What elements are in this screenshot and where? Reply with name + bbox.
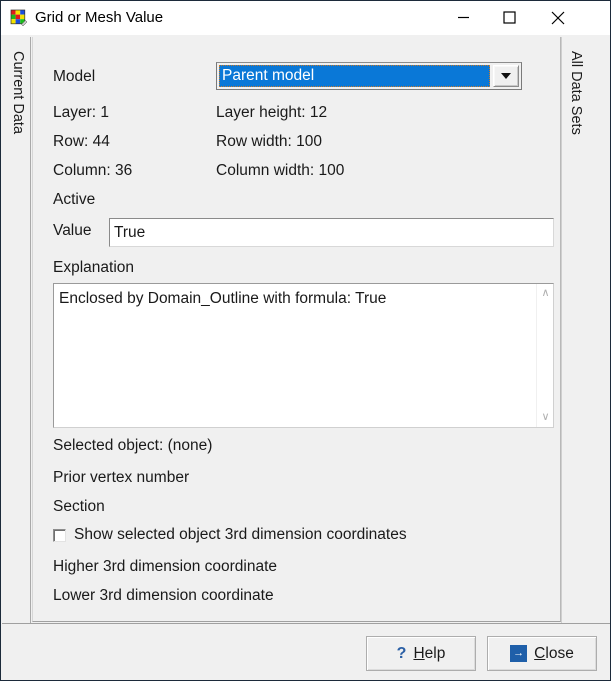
explanation-scrollbar[interactable]: ∧ ∨ [536,284,553,427]
show-3d-checkbox-row[interactable]: Show selected object 3rd dimension coord… [53,526,407,544]
help-label-rest: elp [424,644,446,662]
model-combobox-value: Parent model [219,65,490,87]
help-label-mnemonic: H [413,644,425,662]
active-label: Active [53,191,96,208]
section-label: Section [53,498,105,515]
dialog-footer: ? Help → Close [2,623,610,680]
explanation-textarea[interactable]: Enclosed by Domain_Outline with formula:… [53,283,554,428]
explanation-text: Enclosed by Domain_Outline with formula:… [59,290,387,307]
maximize-icon[interactable] [486,1,532,34]
close-label-mnemonic: C [534,644,546,662]
minimize-icon[interactable] [440,1,486,34]
arrow-right-icon: → [510,645,528,662]
row-label: Row: 44 [53,133,110,150]
column-width-label: Column width: 100 [216,162,345,179]
explanation-label: Explanation [53,259,135,276]
layer-height-label: Layer height: 12 [216,104,328,121]
prior-vertex-label: Prior vertex number [53,469,190,486]
lower-3d-label: Lower 3rd dimension coordinate [53,587,274,604]
close-icon[interactable] [532,1,584,34]
help-button-label: Help [413,645,445,663]
value-input[interactable]: True [109,218,554,247]
chevron-down-icon[interactable] [493,65,519,87]
help-button[interactable]: ? Help [366,636,476,671]
higher-3d-label: Higher 3rd dimension coordinate [53,558,278,575]
tab-all-data-sets-label: All Data Sets [568,51,584,135]
grid-mesh-icon [10,9,28,27]
tab-current-data[interactable]: Current Data [5,37,31,629]
column-label: Column: 36 [53,162,133,179]
layer-label: Layer: 1 [53,104,110,121]
tab-current-data-label: Current Data [10,51,26,135]
row-width-label: Row width: 100 [216,133,322,150]
model-label: Model [53,68,96,85]
value-label: Value [53,222,92,239]
show-3d-checkbox-label: Show selected object 3rd dimension coord… [74,526,407,543]
close-button-label: Close [534,645,574,663]
close-button[interactable]: → Close [487,636,597,671]
window-title: Grid or Mesh Value [35,9,164,26]
close-label-rest: lose [545,644,574,662]
show-3d-checkbox[interactable] [53,528,66,542]
title-bar: Grid or Mesh Value [1,1,610,35]
main-panel: Model Parent model Layer: 1 Layer height… [32,37,561,622]
selected-object-label: Selected object: (none) [53,437,213,454]
question-mark-icon: ? [396,644,407,662]
dialog-window: Grid or Mesh Value Current Data All Data… [0,0,611,681]
scroll-down-icon[interactable]: ∨ [537,409,553,426]
scroll-up-icon[interactable]: ∧ [537,285,553,302]
tab-all-data-sets[interactable]: All Data Sets [561,37,589,629]
model-combobox[interactable]: Parent model [216,62,522,90]
